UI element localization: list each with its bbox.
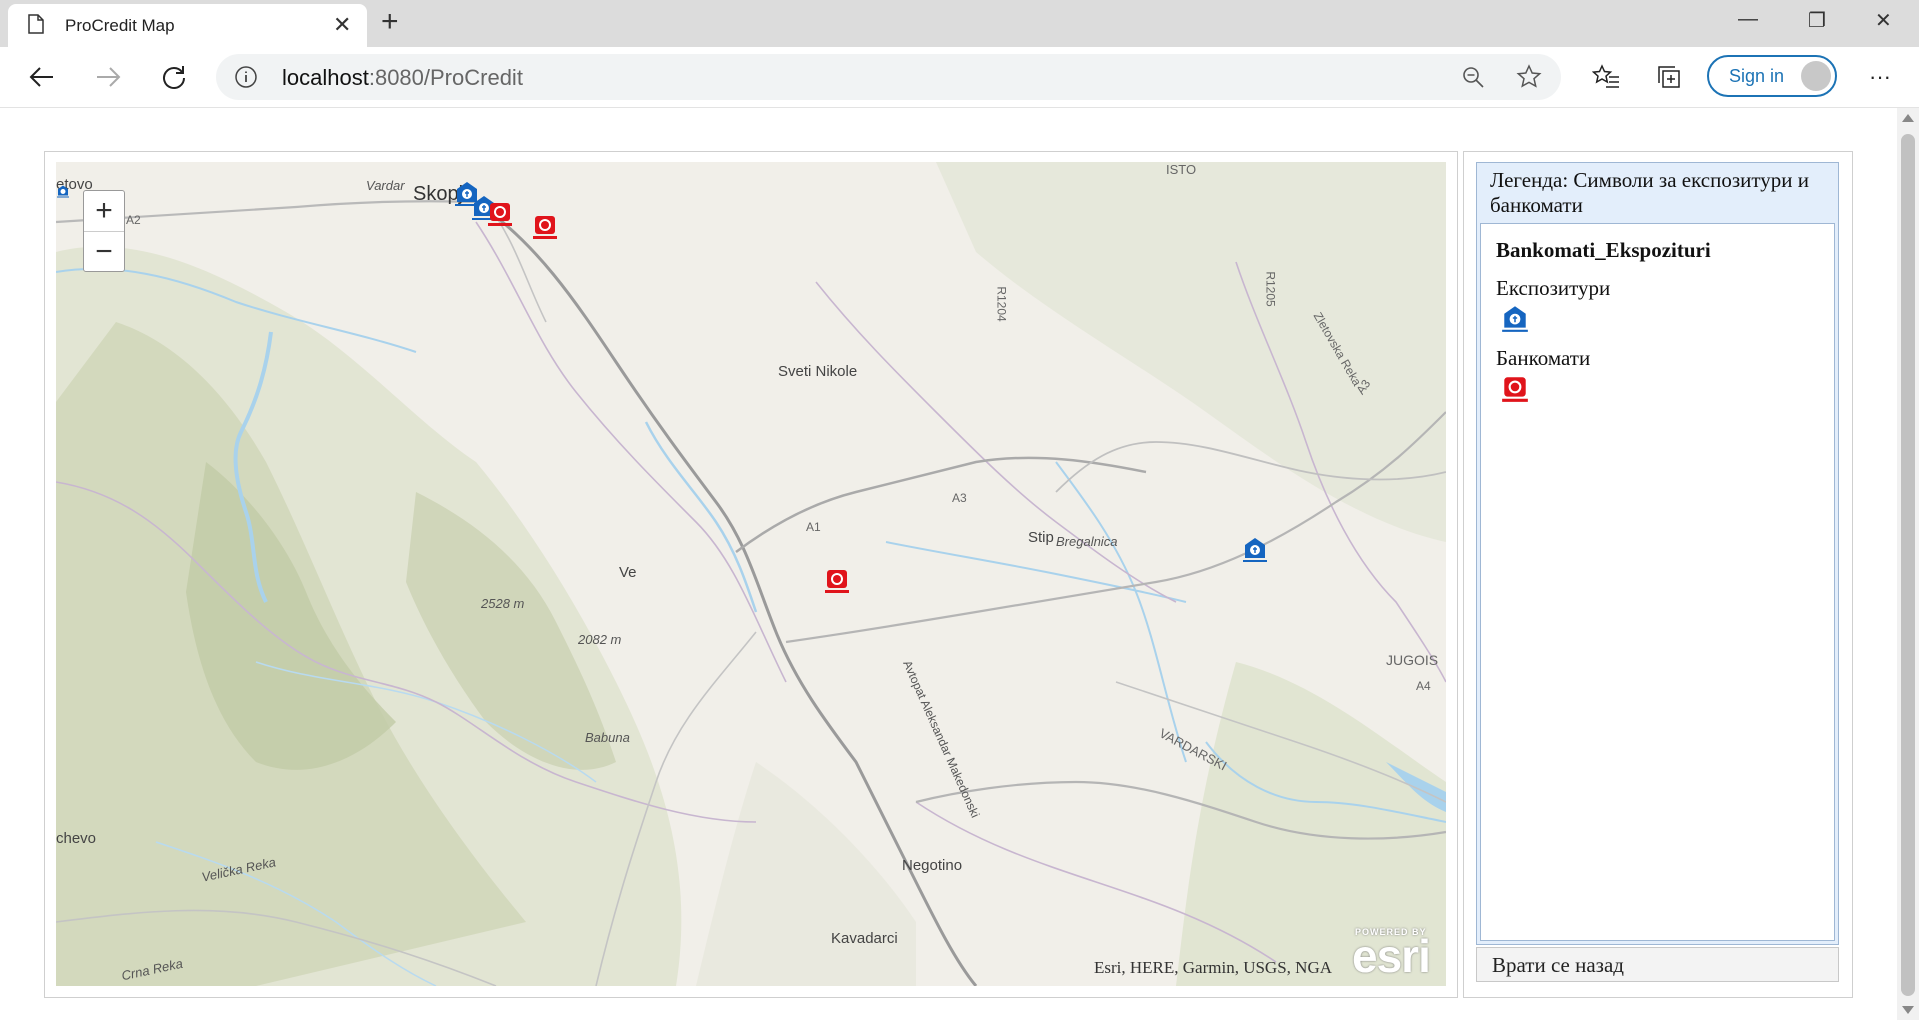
restore-icon[interactable]: ❐ <box>1808 8 1826 33</box>
map-label-a1: A1 <box>806 520 821 534</box>
branch-marker[interactable] <box>1241 536 1269 562</box>
map-label-a2: A2 <box>126 213 141 227</box>
refresh-icon[interactable] <box>156 59 192 95</box>
map-label-elevation-1: 2528 m <box>481 596 525 611</box>
map-label-veles: Ve <box>619 564 637 581</box>
map-zoom-control: + − <box>83 190 125 272</box>
favorites-icon[interactable] <box>1588 59 1624 95</box>
atm-marker[interactable] <box>823 567 851 593</box>
atm-marker[interactable] <box>531 213 559 239</box>
browser-tab-bar: ProCredit Map ✕ + — ❐ ✕ <box>0 0 1919 47</box>
map-label-sveti-nikole: Sveti Nikole <box>778 363 858 380</box>
browser-toolbar: localhost:8080/ProCredit Sign in ··· <box>0 47 1919 108</box>
map-attribution[interactable]: Esri, HERE, Garmin, USGS, NGA <box>1094 958 1332 978</box>
browser-tab[interactable]: ProCredit Map ✕ <box>8 4 367 47</box>
page-scrollbar[interactable] <box>1897 108 1919 1020</box>
address-bar[interactable]: localhost:8080/ProCredit <box>216 54 1561 100</box>
scroll-thumb[interactable] <box>1901 134 1915 996</box>
map-label-elevation-2: 2082 m <box>578 632 622 647</box>
window-close-icon[interactable]: ✕ <box>1875 8 1892 33</box>
map-label-vardar: Vardar <box>366 178 405 193</box>
zoom-out-icon[interactable] <box>1461 65 1485 89</box>
map-label-jugois: JUGOIS <box>1386 652 1439 668</box>
map-label-isto: ISTO <box>1166 162 1197 177</box>
tab-title: ProCredit Map <box>65 16 175 35</box>
atm-symbol-icon <box>1502 377 1528 402</box>
favorite-star-icon[interactable] <box>1516 64 1542 90</box>
url-text[interactable]: localhost:8080/ProCredit <box>282 65 523 91</box>
map-label-a4: A4 <box>1416 679 1431 693</box>
map-view[interactable]: Skopje etovo Sveti Nikole Stip Ve Negoti… <box>56 162 1446 986</box>
map-label-kavadarci: Kavadarci <box>831 930 898 947</box>
collections-icon[interactable] <box>1651 59 1687 95</box>
page-icon <box>28 14 44 34</box>
new-tab-icon[interactable]: + <box>381 5 399 39</box>
back-arrow-icon[interactable] <box>24 59 60 95</box>
sign-in-button[interactable]: Sign in <box>1707 55 1837 97</box>
map-label-kicevo: chevo <box>56 830 97 847</box>
legend-item-branches-label: Експозитури <box>1496 276 1611 300</box>
more-options-icon[interactable]: ··· <box>1862 59 1898 95</box>
minimize-icon[interactable]: — <box>1738 8 1758 31</box>
map-label-r1204: R1204 <box>994 286 1009 322</box>
branch-symbol-icon <box>1502 306 1528 332</box>
scroll-up-icon[interactable] <box>1902 114 1914 122</box>
legend-item-atms-label: Банкомати <box>1496 346 1591 370</box>
map-label-a3: A3 <box>952 491 967 505</box>
map-label-babuna: Babuna <box>585 730 630 745</box>
branch-marker[interactable] <box>56 178 70 204</box>
legend-body <box>1480 223 1835 941</box>
map-label-r1205: R1205 <box>1263 271 1278 307</box>
tab-close-icon[interactable]: ✕ <box>333 12 351 38</box>
map-label-negotino: Negotino <box>902 857 963 874</box>
esri-logo[interactable]: POWERED BY esri <box>1352 927 1431 983</box>
scroll-down-icon[interactable] <box>1902 1006 1914 1014</box>
forward-arrow-icon[interactable] <box>90 59 126 95</box>
zoom-in-button[interactable]: + <box>84 191 124 232</box>
legend-layer-name: Bankomati_Ekspozituri <box>1496 238 1711 262</box>
zoom-out-button[interactable]: − <box>84 232 124 272</box>
avatar-icon <box>1801 61 1831 91</box>
go-back-button[interactable]: Врати се назад <box>1476 947 1839 982</box>
atm-marker[interactable] <box>486 200 514 226</box>
info-icon[interactable] <box>234 65 258 89</box>
map-label-bregalnica: Bregalnica <box>1056 534 1118 549</box>
legend-title: Легенда: Символи за експозитури и банком… <box>1490 168 1809 217</box>
map-label-stip: Stip <box>1028 529 1054 546</box>
